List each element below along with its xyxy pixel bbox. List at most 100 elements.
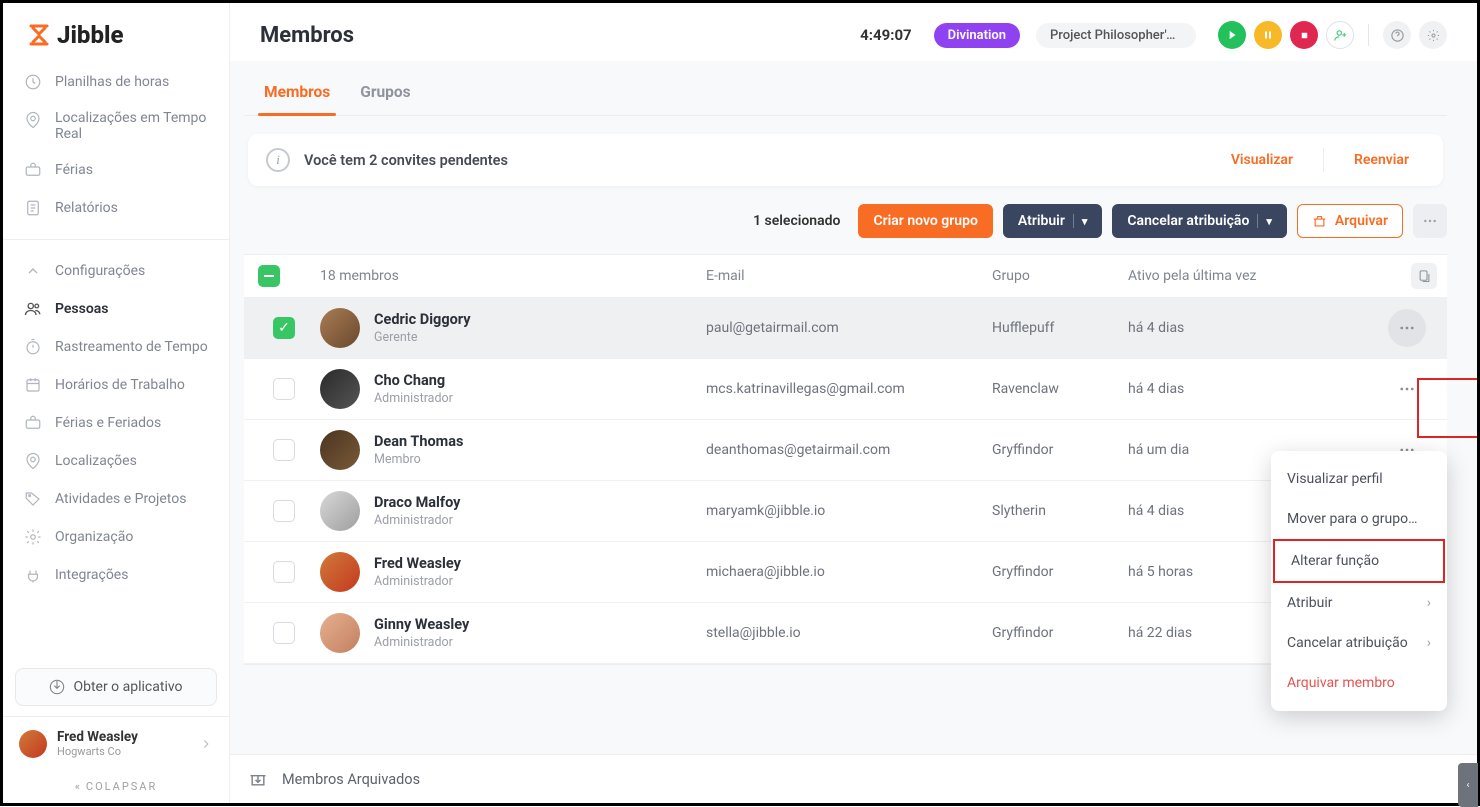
archived-label: Membros Arquivados — [282, 771, 420, 788]
assign-label: Atribuir — [1018, 213, 1065, 229]
nav-locations[interactable]: Localizações — [3, 442, 229, 480]
nav-label: Férias e Feriados — [55, 415, 161, 431]
archive-button[interactable]: Arquivar — [1297, 204, 1403, 238]
nav-timesheets[interactable]: Planilhas de horas — [3, 63, 229, 101]
member-name: Dean Thomas — [374, 433, 463, 450]
member-role: Membro — [374, 452, 463, 467]
row-more-button[interactable] — [1388, 309, 1426, 347]
sidebar-nav: Planilhas de horas Localizações em Tempo… — [3, 59, 229, 658]
member-role: Administrador — [374, 574, 461, 589]
member-group: Ravenclaw — [992, 381, 1122, 397]
nav-settings[interactable]: Configurações — [3, 252, 229, 290]
avatar — [320, 613, 360, 653]
avatar — [320, 369, 360, 409]
member-last-active: há 4 dias — [1128, 320, 1371, 336]
table-row[interactable]: Dean Thomas Membro deanthomas@getairmail… — [244, 420, 1447, 481]
menu-label: Cancelar atribuição — [1287, 635, 1408, 651]
logo[interactable]: Jibble — [3, 3, 229, 59]
row-checkbox[interactable] — [273, 561, 295, 583]
unassign-button[interactable]: Cancelar atribuição ▾ — [1112, 204, 1287, 238]
table-row[interactable]: Draco Malfoy Administrador maryamk@jibbl… — [244, 481, 1447, 542]
stopwatch-icon — [23, 337, 43, 357]
add-person-icon[interactable] — [1326, 21, 1354, 49]
member-role: Gerente — [374, 330, 471, 345]
pause-icon[interactable] — [1254, 21, 1282, 49]
nav-locations-realtime[interactable]: Localizações em Tempo Real — [3, 101, 229, 151]
menu-archive-member[interactable]: Arquivar membro — [1271, 663, 1447, 703]
nav-label: Atividades e Projetos — [55, 491, 186, 507]
avatar — [320, 430, 360, 470]
nav-reports[interactable]: Relatórios — [3, 189, 229, 227]
menu-label: Alterar função — [1291, 553, 1379, 569]
nav-organization[interactable]: Organização — [3, 518, 229, 556]
row-checkbox[interactable] — [273, 439, 295, 461]
member-role: Administrador — [374, 513, 460, 528]
tab-members[interactable]: Membros — [264, 83, 330, 115]
select-all-checkbox[interactable] — [258, 265, 280, 287]
page-title: Membros — [260, 23, 844, 48]
banner-view-link[interactable]: Visualizar — [1215, 148, 1309, 172]
activity-pill[interactable]: Divination — [934, 23, 1020, 48]
nav-label: Planilhas de horas — [55, 74, 169, 90]
menu-label: Atribuir — [1287, 595, 1332, 611]
create-group-button[interactable]: Criar novo grupo — [858, 204, 992, 238]
nav-activities[interactable]: Atividades e Projetos — [3, 480, 229, 518]
banner-resend-link[interactable]: Reenviar — [1338, 148, 1425, 172]
drawer-handle[interactable]: ‹ — [1458, 763, 1478, 807]
project-pill[interactable]: Project Philosopher's S… — [1036, 23, 1196, 48]
sidebar-bottom: Obter o aplicativo Fred Weasley Hogwarts… — [3, 658, 229, 803]
menu-move-to-group[interactable]: Mover para o grupo… — [1271, 499, 1447, 539]
row-checkbox[interactable] — [273, 500, 295, 522]
archive-box-icon — [248, 769, 268, 789]
col-last-active: Ativo pela última vez — [1128, 268, 1371, 284]
menu-assign[interactable]: Atribuir › — [1271, 583, 1447, 623]
help-icon[interactable] — [1383, 21, 1411, 49]
row-checkbox[interactable] — [273, 378, 295, 400]
nav-label: Integrações — [55, 567, 128, 583]
collapse-button[interactable]: «COLAPSAR — [3, 770, 229, 803]
export-icon[interactable] — [1411, 263, 1437, 289]
gear-icon — [23, 527, 43, 547]
archived-members[interactable]: Membros Arquivados — [230, 754, 1477, 803]
table-row[interactable]: Cho Chang Administrador mcs.katrinaville… — [244, 359, 1447, 420]
nav-schedules[interactable]: Horários de Trabalho — [3, 366, 229, 404]
sidebar: Jibble Planilhas de horas Localizações e… — [3, 3, 230, 803]
menu-view-profile[interactable]: Visualizar perfil — [1271, 459, 1447, 499]
more-actions-button[interactable] — [1413, 204, 1447, 238]
assign-button[interactable]: Atribuir ▾ — [1003, 204, 1103, 238]
stop-icon[interactable] — [1290, 21, 1318, 49]
member-email: michaera@jibble.io — [706, 564, 986, 580]
nav-tracking[interactable]: Rastreamento de Tempo — [3, 328, 229, 366]
row-checkbox[interactable]: ✓ — [273, 317, 295, 339]
archive-icon — [1312, 214, 1327, 229]
brand-name: Jibble — [57, 21, 123, 49]
tab-groups[interactable]: Grupos — [360, 83, 410, 115]
member-name: Cho Chang — [374, 372, 453, 389]
nav-holidays[interactable]: Férias e Feriados — [3, 404, 229, 442]
member-name: Ginny Weasley — [374, 616, 469, 633]
nav-integrations[interactable]: Integrações — [3, 556, 229, 594]
sidebar-user[interactable]: Fred Weasley Hogwarts Co — [3, 716, 229, 770]
row-checkbox[interactable] — [273, 622, 295, 644]
suitcase-icon — [23, 413, 43, 433]
menu-unassign[interactable]: Cancelar atribuição› — [1271, 623, 1447, 663]
table-row[interactable]: Ginny Weasley Administrador stella@jibbl… — [244, 603, 1447, 664]
nav-people[interactable]: Pessoas — [3, 290, 229, 328]
download-icon — [49, 679, 65, 695]
nav-vacation[interactable]: Férias — [3, 151, 229, 189]
play-icon[interactable] — [1218, 21, 1246, 49]
member-last-active: há 4 dias — [1128, 381, 1371, 397]
get-app-button[interactable]: Obter o aplicativo — [15, 668, 217, 706]
table-row[interactable]: Fred Weasley Administrador michaera@jibb… — [244, 542, 1447, 603]
user-avatar — [19, 730, 47, 758]
chevron-down-icon: ▾ — [1082, 215, 1088, 228]
location-icon — [23, 451, 43, 471]
get-app-label: Obter o aplicativo — [73, 679, 182, 695]
content: Membros Grupos i Você tem 2 convites pen… — [230, 61, 1477, 803]
chevron-right-icon: › — [1427, 595, 1431, 611]
table-row[interactable]: ✓ Cedric Diggory Gerente paul@getairmail… — [244, 298, 1447, 359]
nav-separator — [3, 239, 229, 240]
nav-label: Organização — [55, 529, 133, 545]
settings-icon[interactable] — [1419, 21, 1447, 49]
menu-change-role[interactable]: Alterar função — [1273, 539, 1445, 583]
